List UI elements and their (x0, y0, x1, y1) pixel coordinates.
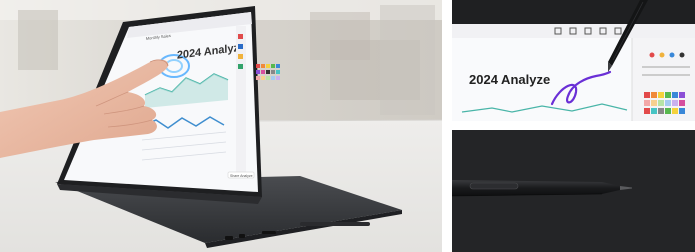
pen-writing-illustration: 2024 Analyze (452, 0, 695, 121)
screen-button-label: Share Analyze (230, 174, 253, 178)
stylus-sideview-illustration (452, 130, 695, 252)
laptop-touch-photo: Monthly Sales 2024 Analyze Share Analyze (0, 0, 442, 252)
laptop-touch-illustration: Monthly Sales 2024 Analyze Share Analyze (0, 0, 442, 252)
pen-writing-closeup-photo: 2024 Analyze (452, 0, 695, 121)
stylus-pen-sideview-photo (452, 130, 695, 252)
stylus-side-button (469, 182, 519, 190)
closeup-chart-heading: 2024 Analyze (469, 72, 550, 87)
